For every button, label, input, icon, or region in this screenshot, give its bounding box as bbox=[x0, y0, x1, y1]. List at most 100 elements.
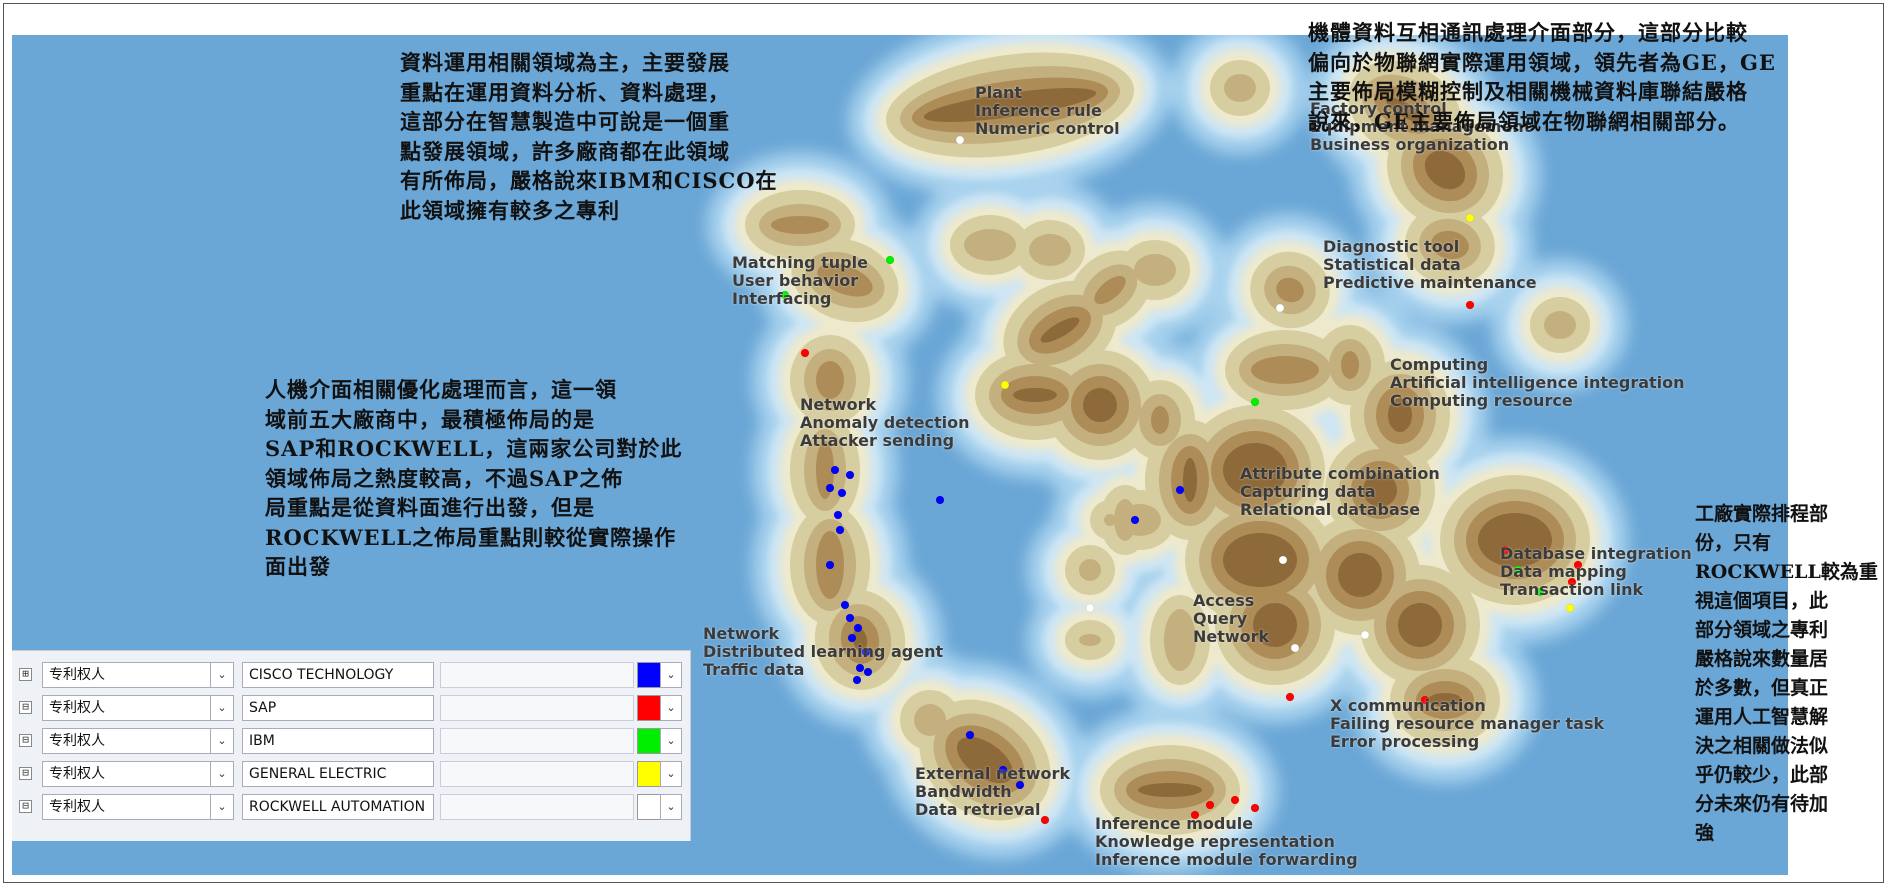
patent-point[interactable] bbox=[1250, 803, 1260, 813]
patent-point[interactable] bbox=[965, 730, 975, 740]
patent-point[interactable] bbox=[1230, 795, 1240, 805]
assignee-input[interactable]: GENERAL ELECTRIC bbox=[242, 761, 434, 787]
collapse-icon[interactable]: ⊟ bbox=[19, 701, 32, 714]
extra-input[interactable] bbox=[440, 728, 634, 754]
assignee-value: IBM bbox=[249, 733, 275, 749]
extra-input[interactable] bbox=[440, 662, 634, 688]
map-label-line: Predictive maintenance bbox=[1323, 273, 1537, 292]
field-select-value: 专利权人 bbox=[49, 667, 105, 683]
assignee-value: SAP bbox=[249, 700, 277, 716]
terrain-contour bbox=[1224, 74, 1256, 102]
color-chevron-icon[interactable]: ⌄ bbox=[660, 695, 682, 721]
collapse-icon[interactable]: ⊟ bbox=[19, 767, 32, 780]
field-select[interactable]: 专利权人 ⌄ bbox=[42, 662, 234, 688]
patent-point[interactable] bbox=[955, 135, 965, 145]
map-label-line: Traffic data bbox=[703, 660, 805, 679]
patent-point[interactable] bbox=[825, 560, 835, 570]
patent-point[interactable] bbox=[833, 510, 843, 520]
patent-point[interactable] bbox=[825, 483, 835, 493]
map-label-line: Artificial intelligence integration bbox=[1390, 373, 1685, 392]
color-swatch[interactable] bbox=[637, 794, 661, 820]
patent-point[interactable] bbox=[935, 495, 945, 505]
patent-point[interactable] bbox=[1360, 630, 1370, 640]
assignee-value: ROCKWELL AUTOMATION bbox=[249, 799, 426, 815]
patent-point[interactable] bbox=[830, 465, 840, 475]
map-label-line: Access bbox=[1193, 591, 1255, 610]
chevron-down-icon[interactable]: ⌄ bbox=[210, 696, 233, 720]
patent-point[interactable] bbox=[1278, 555, 1288, 565]
color-swatch[interactable] bbox=[637, 761, 661, 787]
map-label-computing: Computing Artificial intelligence integra… bbox=[1390, 356, 1685, 410]
map-label-line: Query bbox=[1193, 609, 1248, 628]
patent-point[interactable] bbox=[1130, 515, 1140, 525]
extra-input[interactable] bbox=[440, 794, 634, 820]
patent-point[interactable] bbox=[1250, 397, 1260, 407]
assignee-input[interactable]: SAP bbox=[242, 695, 434, 721]
patent-point[interactable] bbox=[1465, 213, 1475, 223]
color-chevron-icon[interactable]: ⌄ bbox=[660, 761, 682, 787]
map-label-line: Transaction link bbox=[1500, 580, 1644, 599]
collapse-icon[interactable]: ⊟ bbox=[19, 734, 32, 747]
patent-point[interactable] bbox=[1275, 303, 1285, 313]
extra-input[interactable] bbox=[440, 761, 634, 787]
field-select[interactable]: 专利权人 ⌄ bbox=[42, 728, 234, 754]
filter-row: ⊟ 专利权人 ⌄ ROCKWELL AUTOMATION ⌄ bbox=[12, 791, 690, 821]
map-label-external: External network Bandwidth Data retrieval bbox=[915, 765, 1070, 819]
annotation-hmi: 人機介面相關優化處理而言，這一領 域前五大廠商中，最積極佈局的是 SAP和ROC… bbox=[265, 377, 683, 579]
patent-point[interactable] bbox=[837, 488, 847, 498]
field-select-value: 专利权人 bbox=[49, 799, 105, 815]
field-select[interactable]: 专利权人 ⌄ bbox=[42, 794, 234, 820]
patent-point[interactable] bbox=[840, 600, 850, 610]
assignee-input[interactable]: IBM bbox=[242, 728, 434, 754]
terrain-contour bbox=[1013, 388, 1057, 402]
map-label-line: Numeric control bbox=[975, 119, 1120, 138]
filter-row: ⊟ 专利权人 ⌄ SAP ⌄ bbox=[12, 692, 690, 722]
color-swatch[interactable] bbox=[637, 728, 661, 754]
patent-point[interactable] bbox=[1565, 603, 1575, 613]
assignee-input[interactable]: CISCO TECHNOLOGY bbox=[242, 662, 434, 688]
terrain-contour bbox=[1029, 234, 1071, 266]
color-chevron-icon[interactable]: ⌄ bbox=[660, 728, 682, 754]
collapse-icon[interactable]: ⊟ bbox=[19, 800, 32, 813]
map-label-line: Attacker sending bbox=[800, 431, 955, 450]
field-select[interactable]: 专利权人 ⌄ bbox=[42, 761, 234, 787]
map-label-line: Computing resource bbox=[1390, 391, 1573, 410]
patent-point[interactable] bbox=[1175, 485, 1185, 495]
patent-point[interactable] bbox=[845, 470, 855, 480]
map-label-line: Matching tuple bbox=[732, 253, 868, 272]
color-swatch[interactable] bbox=[637, 695, 661, 721]
map-label-line: Distributed learning agent bbox=[703, 642, 944, 661]
map-label-line: External network bbox=[915, 764, 1071, 783]
terrain-contour bbox=[1079, 634, 1101, 646]
chevron-down-icon[interactable]: ⌄ bbox=[210, 729, 233, 753]
chevron-down-icon[interactable]: ⌄ bbox=[210, 795, 233, 819]
chevron-down-icon[interactable]: ⌄ bbox=[210, 762, 233, 786]
patent-point[interactable] bbox=[1085, 603, 1095, 613]
chevron-down-icon[interactable]: ⌄ bbox=[210, 663, 233, 687]
extra-input[interactable] bbox=[440, 695, 634, 721]
map-label-attribute: Attribute combination Capturing data Relat… bbox=[1240, 465, 1440, 519]
expand-icon[interactable]: ⊞ bbox=[19, 668, 32, 681]
patent-point[interactable] bbox=[845, 613, 855, 623]
patent-point[interactable] bbox=[835, 525, 845, 535]
map-label-line: Anomaly detection bbox=[800, 413, 970, 432]
color-chevron-icon[interactable]: ⌄ bbox=[660, 662, 682, 688]
map-label-line: Relational database bbox=[1240, 500, 1421, 519]
map-label-line: Data retrieval bbox=[915, 800, 1041, 819]
map-label-xcomm: X communication Failing resource manager … bbox=[1330, 697, 1604, 751]
field-select[interactable]: 专利权人 ⌄ bbox=[42, 695, 234, 721]
patent-point[interactable] bbox=[885, 255, 895, 265]
color-chevron-icon[interactable]: ⌄ bbox=[660, 794, 682, 820]
field-select-value: 专利权人 bbox=[49, 733, 105, 749]
color-swatch[interactable] bbox=[637, 662, 661, 688]
patent-point[interactable] bbox=[1465, 300, 1475, 310]
terrain-contour bbox=[1151, 406, 1169, 434]
patent-point[interactable] bbox=[1290, 643, 1300, 653]
patent-point[interactable] bbox=[1000, 380, 1010, 390]
map-label-line: Data mapping bbox=[1500, 562, 1627, 581]
patent-point[interactable] bbox=[1205, 800, 1215, 810]
terrain-contour bbox=[1104, 514, 1116, 526]
assignee-input[interactable]: ROCKWELL AUTOMATION bbox=[242, 794, 434, 820]
patent-point[interactable] bbox=[800, 348, 810, 358]
patent-point[interactable] bbox=[1285, 692, 1295, 702]
